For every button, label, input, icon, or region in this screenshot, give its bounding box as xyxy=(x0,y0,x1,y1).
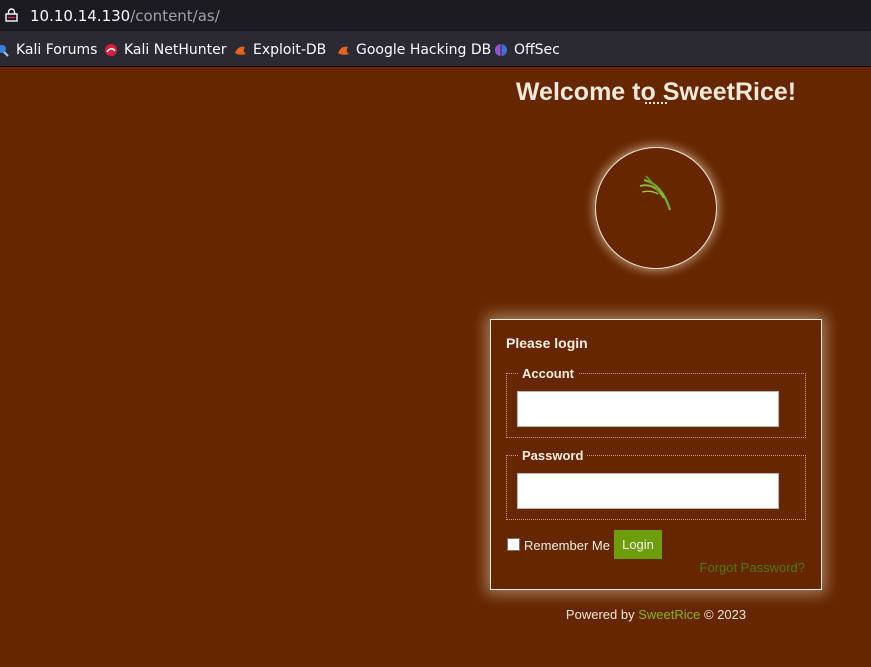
login-heading: Please login xyxy=(506,335,588,351)
account-label: Account xyxy=(518,366,578,381)
exploit-db-icon xyxy=(233,43,247,57)
offsec-icon xyxy=(494,43,508,57)
google-hacking-db-icon xyxy=(336,43,350,57)
bookmark-google-hacking-db[interactable]: Google Hacking DB xyxy=(336,41,491,59)
footer-prefix: Powered by xyxy=(565,607,639,622)
bookmark-label: Kali NetHunter xyxy=(124,42,227,58)
bookmark-offsec[interactable]: OffSec xyxy=(494,41,560,59)
bookmark-label: Google Hacking DB xyxy=(356,42,492,58)
forgot-password-link[interactable]: Forgot Password? xyxy=(700,560,806,575)
rice-stalk-icon xyxy=(639,175,672,211)
remember-me-checkbox[interactable] xyxy=(507,538,520,551)
footer: Powered by SweetRice © 2023 xyxy=(440,607,871,622)
account-input[interactable] xyxy=(517,391,779,427)
address-bar[interactable]: 10.10.14.130/content/as/ xyxy=(0,0,871,31)
password-input[interactable] xyxy=(517,473,779,509)
footer-copyright: © 2023 xyxy=(700,607,747,622)
lock-icon xyxy=(5,8,18,22)
bookmarks-toolbar: Kali Forums Kali NetHunter Exploit-DB Go… xyxy=(0,31,871,67)
sweetrice-logo xyxy=(595,147,717,269)
kali-forums-icon xyxy=(0,43,10,57)
url-path: /content/as/ xyxy=(130,7,220,25)
bookmark-label: Kali Forums xyxy=(16,42,98,58)
kali-nethunter-icon xyxy=(104,43,118,57)
account-fieldset: Account xyxy=(506,366,806,438)
remember-me-label[interactable]: Remember Me xyxy=(524,538,610,553)
login-panel: Please login Account Password Remember M… xyxy=(490,319,822,590)
bookmark-label: OffSec xyxy=(514,42,560,58)
password-fieldset: Password xyxy=(506,448,806,520)
bookmark-kali-forums[interactable]: Kali Forums xyxy=(0,41,97,59)
password-label: Password xyxy=(518,448,588,463)
bookmark-kali-nethunter[interactable]: Kali NetHunter xyxy=(104,41,226,59)
bookmark-exploit-db[interactable]: Exploit-DB xyxy=(233,41,326,59)
sweetrice-link[interactable]: SweetRice xyxy=(638,607,700,622)
url-host: 10.10.14.130 xyxy=(30,7,131,25)
bookmark-label: Exploit-DB xyxy=(253,42,327,58)
url-text[interactable]: 10.10.14.130/content/as/ xyxy=(30,7,220,25)
login-button[interactable]: Login xyxy=(614,530,662,559)
title-underline xyxy=(645,102,667,104)
